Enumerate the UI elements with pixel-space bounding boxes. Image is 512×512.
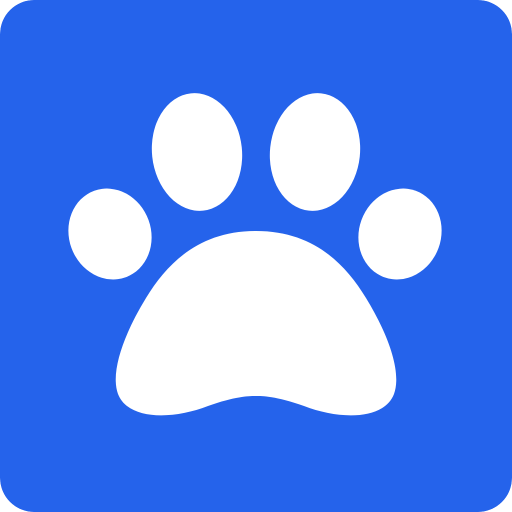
paw-icon [0,0,512,512]
app-icon[interactable] [0,0,512,512]
